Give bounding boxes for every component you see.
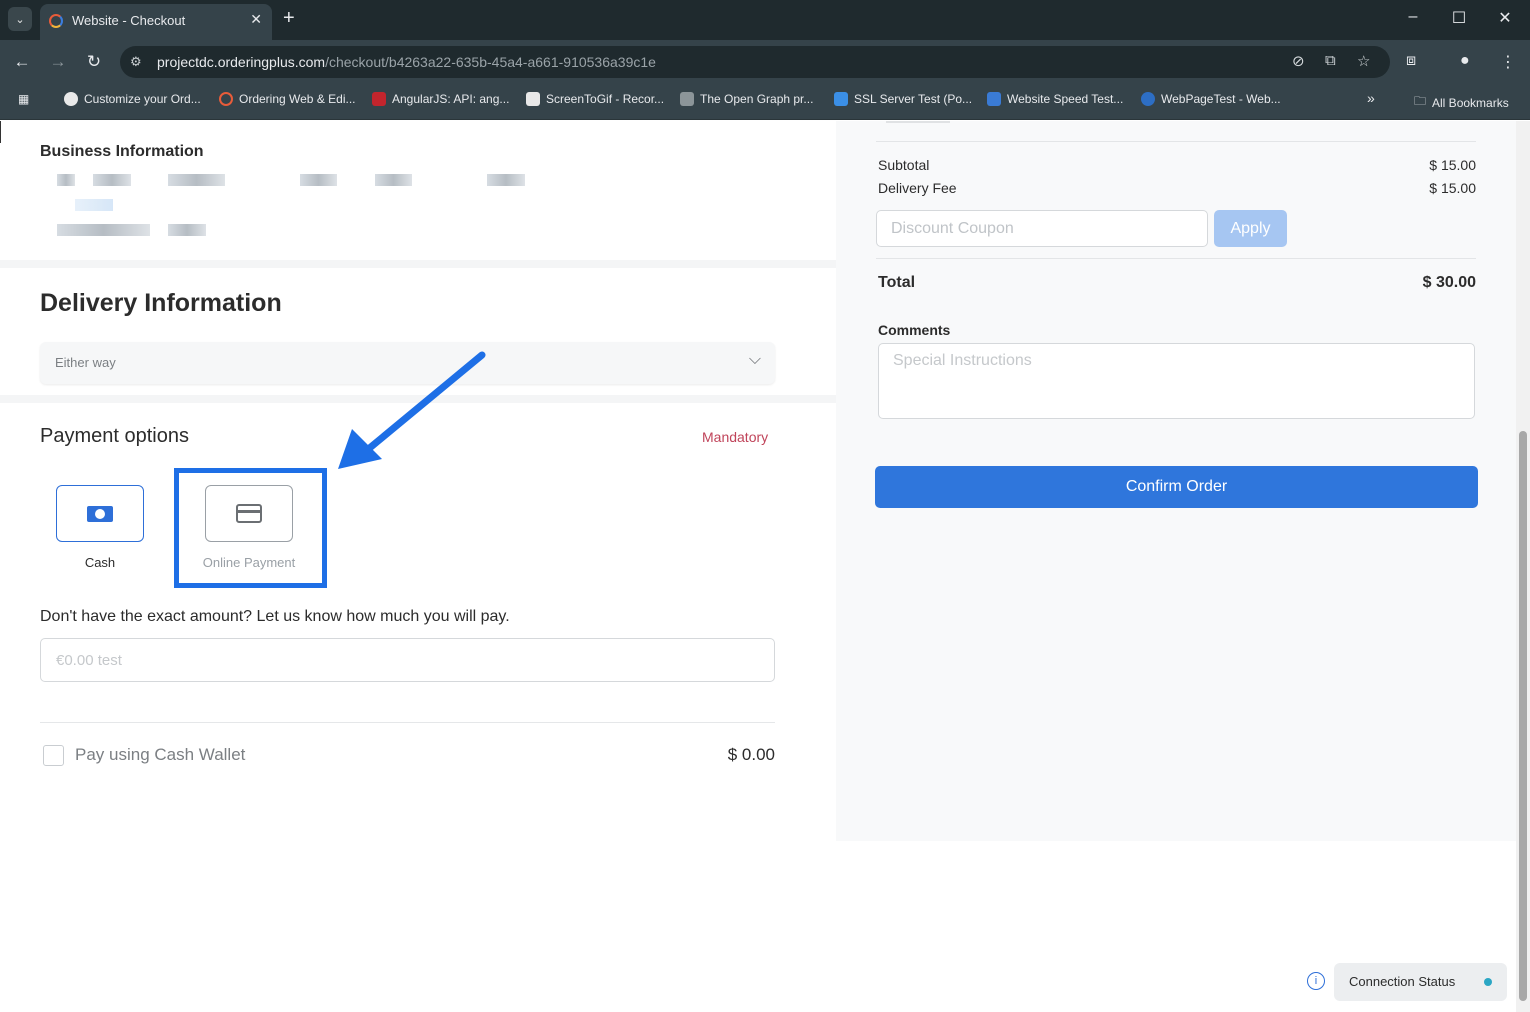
subtotal-value: $ 15.00 xyxy=(1429,157,1476,173)
exact-amount-prompt: Don't have the exact amount? Let us know… xyxy=(40,608,510,625)
page-scrollbar[interactable] xyxy=(1516,121,1530,1012)
address-bar[interactable]: ⚙ projectdc.orderingplus.com/checkout/b4… xyxy=(120,46,1390,78)
total-label: Total xyxy=(878,274,916,291)
bookmark-favicon-icon xyxy=(680,92,694,106)
location-off-icon[interactable]: ⊘ xyxy=(1292,52,1305,70)
cash-wallet-label: Pay using Cash Wallet xyxy=(75,745,246,764)
total-value: $ 30.00 xyxy=(1422,274,1476,291)
cash-icon xyxy=(87,505,113,522)
info-icon[interactable]: i xyxy=(1307,972,1325,990)
forward-arrow-icon[interactable]: → xyxy=(47,52,69,72)
scrollbar-thumb[interactable] xyxy=(1519,431,1527,1001)
bookmark-item[interactable]: Ordering Web & Edi... xyxy=(219,92,356,106)
bookmark-favicon-icon xyxy=(64,92,78,106)
back-arrow-icon[interactable]: ← xyxy=(11,52,33,72)
delivery-fee-label: Delivery Fee xyxy=(878,180,957,196)
reload-icon[interactable]: ↻ xyxy=(83,52,105,72)
bookmark-favicon-icon xyxy=(219,92,233,106)
new-tab-plus-icon[interactable]: + xyxy=(283,8,295,28)
redacted-business-detail xyxy=(375,174,412,186)
bookmark-favicon-icon xyxy=(1141,92,1155,106)
install-app-icon[interactable]: ⧉ xyxy=(1325,52,1336,69)
bookmark-favicon-icon xyxy=(987,92,1001,106)
redacted-business-detail xyxy=(300,174,337,186)
redacted-business-detail xyxy=(168,224,206,236)
bookmark-favicon-icon xyxy=(526,92,540,106)
browser-menu-icon[interactable]: ⋮ xyxy=(1500,52,1516,72)
url-host: projectdc.orderingplus.com xyxy=(157,54,326,70)
site-info-icon[interactable]: ⚙ xyxy=(130,54,142,70)
discount-coupon-input[interactable] xyxy=(876,210,1208,247)
divider xyxy=(40,722,775,723)
business-information-title: Business Information xyxy=(40,143,204,160)
connection-status-label: Connection Status xyxy=(1349,974,1456,989)
bookmark-item[interactable]: ScreenToGif - Recor... xyxy=(526,92,664,106)
window-close-icon[interactable]: ✕ xyxy=(1490,8,1520,28)
url-path: /checkout/b4263a22-635b-45a4-a661-910536… xyxy=(325,54,656,70)
all-bookmarks-button[interactable]: 🗀 All Bookmarks xyxy=(1414,92,1509,113)
connection-status-widget[interactable]: Connection Status xyxy=(1334,963,1507,1001)
section-separator xyxy=(0,260,836,268)
redacted-business-detail xyxy=(57,224,150,236)
chevron-down-icon: ⌵ xyxy=(748,351,761,368)
subtotal-label: Subtotal xyxy=(878,157,930,173)
bookmark-star-icon[interactable]: ☆ xyxy=(1357,52,1370,70)
cash-wallet-amount: $ 0.00 xyxy=(727,745,775,764)
redacted-business-detail xyxy=(93,174,131,186)
annotation-arrow-icon xyxy=(338,351,486,469)
cash-amount-input[interactable] xyxy=(40,638,775,682)
redacted-business-detail xyxy=(168,174,225,186)
browser-toolbar: ← → ↻ ⚙ projectdc.orderingplus.com/check… xyxy=(0,40,1530,84)
connection-status-dot xyxy=(1484,978,1492,986)
payment-options-title: Payment options xyxy=(40,425,189,447)
tab-title: Website - Checkout xyxy=(72,13,186,28)
bookmark-item[interactable]: SSL Server Test (Po... xyxy=(834,92,972,106)
confirm-order-button[interactable]: Confirm Order xyxy=(875,466,1478,508)
delivery-fee-value: $ 15.00 xyxy=(1429,180,1476,196)
divider xyxy=(876,258,1476,259)
special-instructions-textarea[interactable] xyxy=(878,343,1475,419)
bookmark-item[interactable]: WebPageTest - Web... xyxy=(1141,92,1281,106)
delivery-type-value: Either way xyxy=(55,355,116,370)
profile-avatar-icon[interactable]: ● xyxy=(1460,52,1470,70)
angular-favicon-icon xyxy=(372,92,386,106)
apps-grid-icon[interactable]: ▦ xyxy=(18,92,29,106)
bookmark-favicon-icon xyxy=(834,92,848,106)
tab-favicon-icon xyxy=(49,14,63,28)
bookmark-item[interactable]: The Open Graph pr... xyxy=(680,92,813,106)
folder-icon: 🗀 xyxy=(1414,94,1427,108)
redacted-business-detail xyxy=(57,174,75,186)
bookmark-item[interactable]: AngularJS: API: ang... xyxy=(372,92,509,106)
more-bookmarks-chevron-icon[interactable]: » xyxy=(1367,90,1375,106)
checkout-left-column: Business Information Delivery Informatio… xyxy=(0,121,836,1012)
browser-tab-bar: ⌄ Website - Checkout ✕ + – ☐ ✕ xyxy=(0,0,1530,40)
mandatory-label: Mandatory xyxy=(702,429,769,445)
redacted-business-detail xyxy=(75,199,113,211)
tab-close-icon[interactable]: ✕ xyxy=(250,11,262,28)
tab-search-chevron-icon[interactable]: ⌄ xyxy=(8,7,32,31)
apply-coupon-button[interactable]: Apply xyxy=(1214,210,1287,247)
url-text[interactable]: projectdc.orderingplus.com/checkout/b426… xyxy=(157,54,656,70)
payment-option-cash[interactable] xyxy=(56,485,144,542)
summary-top-stub xyxy=(886,121,950,123)
bookmarks-bar: ▦ Customize your Ord... Ordering Web & E… xyxy=(0,84,1530,120)
page-edge-marker xyxy=(0,121,1,143)
redacted-business-detail xyxy=(487,174,525,186)
comments-label: Comments xyxy=(878,322,951,338)
cash-wallet-checkbox[interactable] xyxy=(43,745,64,766)
window-maximize-icon[interactable]: ☐ xyxy=(1444,8,1474,28)
window-minimize-icon[interactable]: – xyxy=(1398,8,1428,26)
order-summary-column: Subtotal $ 15.00 Delivery Fee $ 15.00 Ap… xyxy=(836,121,1516,841)
payment-option-cash-label: Cash xyxy=(84,555,116,570)
browser-tab-active[interactable]: Website - Checkout ✕ xyxy=(40,4,272,40)
checkout-page: Business Information Delivery Informatio… xyxy=(0,121,1530,1012)
extensions-puzzle-icon[interactable]: ⧈ xyxy=(1406,52,1416,70)
bookmark-item[interactable]: Customize your Ord... xyxy=(64,92,201,106)
delivery-information-title: Delivery Information xyxy=(40,289,282,317)
divider xyxy=(876,141,1476,142)
annotation-highlight-box xyxy=(174,468,327,588)
bookmark-item[interactable]: Website Speed Test... xyxy=(987,92,1123,106)
